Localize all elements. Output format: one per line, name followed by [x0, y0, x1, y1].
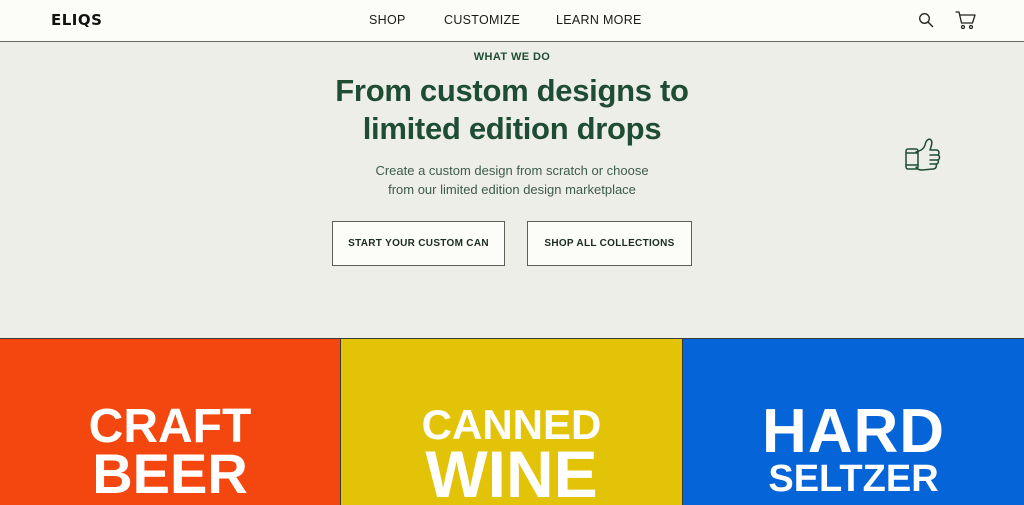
logo[interactable]: ELIQS [51, 11, 102, 29]
nav-link-customize[interactable]: CUSTOMIZE [444, 13, 520, 27]
category-title-line-2: BEER [92, 442, 248, 505]
hero-subtext: Create a custom design from scratch or c… [0, 161, 1024, 199]
hero-headline-line-1: From custom designs to [335, 73, 689, 108]
category-panels: CRAFT BEER CANNED WINE HARD SELTZER [0, 338, 1024, 505]
nav-link-learn-more[interactable]: LEARN MORE [556, 13, 642, 27]
start-custom-can-button[interactable]: START YOUR CUSTOM CAN [332, 221, 505, 266]
category-hard-seltzer[interactable]: HARD SELTZER [683, 338, 1024, 505]
category-canned-wine[interactable]: CANNED WINE [341, 338, 683, 505]
category-title-line-2: WINE [425, 437, 598, 505]
search-icon[interactable] [918, 12, 934, 33]
cart-icon[interactable] [955, 10, 977, 35]
category-craft-beer[interactable]: CRAFT BEER [0, 338, 341, 505]
hero-section: WHAT WE DO From custom designs to limite… [0, 42, 1024, 338]
thumbs-up-can-icon [902, 135, 944, 186]
category-title-line-2: SELTZER [768, 458, 939, 500]
section-eyebrow: WHAT WE DO [473, 51, 551, 63]
hero-headline-line-2: limited edition drops [362, 111, 662, 146]
hero-subtext-line-2: from our limited edition design marketpl… [388, 182, 636, 197]
hero-subtext-line-1: Create a custom design from scratch or c… [375, 163, 649, 178]
nav-link-shop[interactable]: SHOP [369, 13, 406, 27]
top-nav: ELIQS SHOP CUSTOMIZE LEARN MORE [0, 0, 1024, 42]
category-title-line-1: HARD [761, 397, 946, 466]
shop-all-collections-button[interactable]: SHOP ALL COLLECTIONS [527, 221, 692, 266]
hero-headline: From custom designs to limited edition d… [0, 72, 1024, 148]
